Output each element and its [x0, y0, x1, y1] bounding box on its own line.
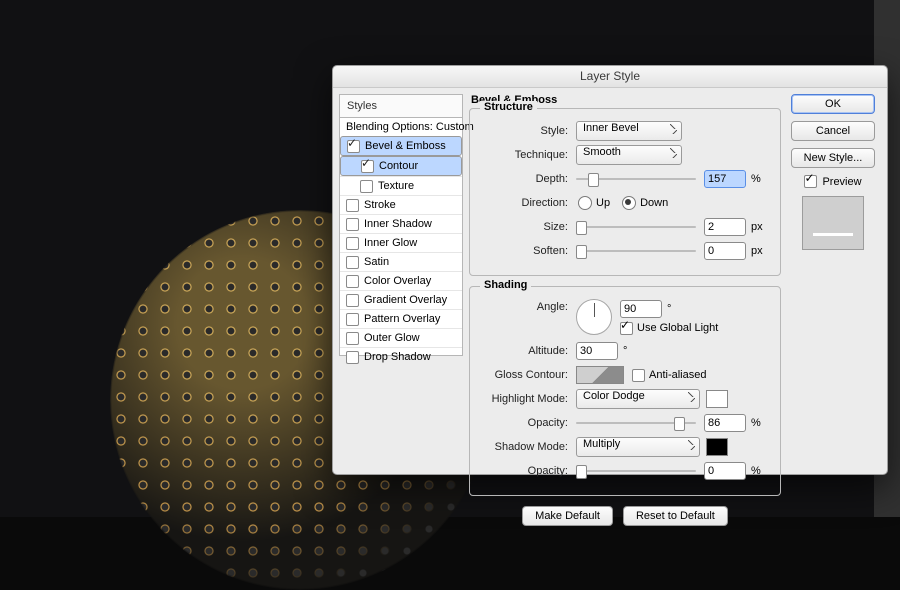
style-texture[interactable]: Texture — [340, 176, 462, 195]
angle-dial[interactable] — [576, 299, 612, 335]
soften-unit: px — [751, 245, 763, 257]
dialog-title: Layer Style — [333, 66, 887, 88]
checkbox-icon[interactable] — [346, 218, 359, 231]
checkbox-icon[interactable] — [346, 199, 359, 212]
cancel-button[interactable]: Cancel — [791, 121, 875, 141]
size-label: Size: — [478, 221, 576, 233]
highlight-opacity-input[interactable] — [704, 414, 746, 432]
gloss-contour-picker[interactable] — [576, 366, 624, 384]
reset-to-default-button[interactable]: Reset to Default — [623, 506, 728, 526]
layer-style-dialog: Layer Style Styles Blending Options: Cus… — [332, 65, 888, 475]
ok-button[interactable]: OK — [791, 94, 875, 114]
style-label: Style: — [478, 125, 576, 137]
dialog-buttons: OK Cancel New Style... Preview — [785, 94, 881, 250]
depth-unit: % — [751, 173, 761, 185]
style-inner-glow[interactable]: Inner Glow — [340, 233, 462, 252]
checkbox-icon[interactable] — [346, 256, 359, 269]
direction-down-radio[interactable] — [622, 196, 636, 210]
structure-group: Structure Style: Inner Bevel Technique: … — [469, 108, 781, 276]
new-style-button[interactable]: New Style... — [791, 148, 875, 168]
style-blending-options[interactable]: Blending Options: Custom — [340, 117, 462, 136]
highlight-opacity-label: Opacity: — [478, 417, 576, 429]
soften-input[interactable] — [704, 242, 746, 260]
depth-slider[interactable] — [576, 172, 696, 186]
styles-header[interactable]: Styles — [340, 95, 462, 117]
checkbox-icon[interactable] — [360, 180, 373, 193]
direction-up-radio[interactable] — [578, 196, 592, 210]
shadow-mode-select[interactable]: Multiply — [576, 437, 700, 457]
size-input[interactable] — [704, 218, 746, 236]
highlight-opacity-slider[interactable] — [576, 416, 696, 430]
style-color-overlay[interactable]: Color Overlay — [340, 271, 462, 290]
style-select[interactable]: Inner Bevel — [576, 121, 682, 141]
checkbox-icon[interactable] — [346, 351, 359, 364]
shadow-color-swatch[interactable] — [706, 438, 728, 456]
antialiased-checkbox[interactable] — [632, 369, 645, 382]
shading-legend: Shading — [480, 279, 531, 291]
highlight-color-swatch[interactable] — [706, 390, 728, 408]
depth-input[interactable] — [704, 170, 746, 188]
checkbox-icon[interactable] — [346, 237, 359, 250]
technique-label: Technique: — [478, 149, 576, 161]
checkbox-icon[interactable] — [346, 332, 359, 345]
style-gradient-overlay[interactable]: Gradient Overlay — [340, 290, 462, 309]
checkbox-icon[interactable] — [347, 140, 360, 153]
styles-list: Styles Blending Options: Custom Bevel & … — [339, 94, 463, 356]
shadow-opacity-slider[interactable] — [576, 464, 696, 478]
canvas-background: Layer Style Styles Blending Options: Cus… — [0, 0, 900, 517]
style-satin[interactable]: Satin — [340, 252, 462, 271]
style-inner-shadow[interactable]: Inner Shadow — [340, 214, 462, 233]
preview-label: Preview — [822, 176, 861, 188]
preview-thumbnail — [802, 196, 864, 250]
style-pattern-overlay[interactable]: Pattern Overlay — [340, 309, 462, 328]
style-stroke[interactable]: Stroke — [340, 195, 462, 214]
structure-legend: Structure — [480, 101, 537, 113]
options-panel: Bevel & Emboss Structure Style: Inner Be… — [469, 94, 781, 466]
depth-label: Depth: — [478, 173, 576, 185]
style-outer-glow[interactable]: Outer Glow — [340, 328, 462, 347]
checkbox-icon[interactable] — [346, 294, 359, 307]
size-slider[interactable] — [576, 220, 696, 234]
highlight-mode-label: Highlight Mode: — [478, 393, 576, 405]
soften-label: Soften: — [478, 245, 576, 257]
shadow-opacity-label: Opacity: — [478, 465, 576, 477]
global-light-label: Use Global Light — [637, 322, 718, 334]
direction-label: Direction: — [478, 197, 576, 209]
checkbox-icon[interactable] — [361, 160, 374, 173]
technique-select[interactable]: Smooth — [576, 145, 682, 165]
angle-input[interactable] — [620, 300, 662, 318]
soften-slider[interactable] — [576, 244, 696, 258]
altitude-label: Altitude: — [478, 345, 576, 357]
preview-checkbox[interactable] — [804, 175, 817, 188]
antialiased-label: Anti-aliased — [649, 369, 706, 381]
shading-group: Shading Angle: ° Use Global Light — [469, 286, 781, 496]
global-light-checkbox[interactable] — [620, 322, 633, 335]
shadow-mode-label: Shadow Mode: — [478, 441, 576, 453]
gloss-contour-label: Gloss Contour: — [478, 369, 576, 381]
highlight-mode-select[interactable]: Color Dodge — [576, 389, 700, 409]
style-contour[interactable]: Contour — [340, 156, 462, 176]
checkbox-icon[interactable] — [346, 313, 359, 326]
altitude-input[interactable] — [576, 342, 618, 360]
angle-label: Angle: — [478, 301, 576, 313]
style-drop-shadow[interactable]: Drop Shadow — [340, 347, 462, 366]
checkbox-icon[interactable] — [346, 275, 359, 288]
make-default-button[interactable]: Make Default — [522, 506, 613, 526]
style-bevel-emboss[interactable]: Bevel & Emboss — [340, 136, 462, 156]
size-unit: px — [751, 221, 763, 233]
shadow-opacity-input[interactable] — [704, 462, 746, 480]
